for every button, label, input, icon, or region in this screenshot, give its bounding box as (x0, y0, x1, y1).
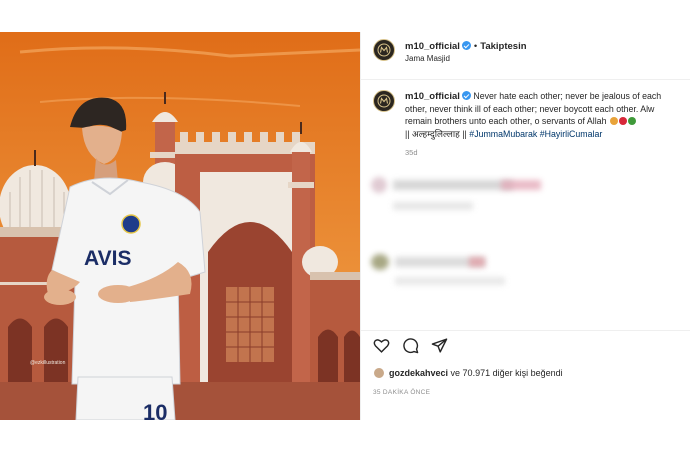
caption-username[interactable]: m10_official (405, 91, 460, 102)
m10-logo-icon (377, 94, 391, 108)
artist-watermark: @ezkillustration (30, 360, 66, 366)
artwork-illustration: AVIS 10 @ezkillustration (0, 32, 360, 420)
separator-dot: • (473, 41, 478, 52)
heart-emoji-icon (618, 117, 627, 126)
hashtag-links[interactable]: #JummaMubarak #HayirliCumalar (469, 129, 602, 139)
share-paper-plane-icon[interactable] (431, 337, 448, 354)
comment-bubble-icon[interactable] (402, 337, 419, 354)
instagram-post: AVIS 10 @ezkillustration m10_official • Ta… (0, 32, 690, 420)
caption-text: m10_official Never hate each other; neve… (405, 90, 690, 140)
post-time-ago: 35 DAKİKA ÖNCE (373, 389, 431, 396)
likes-count-text[interactable]: ve 70.971 diğer kişi beğendi (451, 368, 563, 378)
like-heart-icon[interactable] (373, 337, 390, 354)
caption-avatar[interactable] (373, 90, 395, 112)
post-image[interactable]: AVIS 10 @ezkillustration (0, 32, 360, 420)
caption-line-2: other, never think ill of each other; ne… (405, 104, 655, 115)
mosque-emoji-icon (627, 117, 636, 126)
m10-logo-icon (377, 43, 391, 57)
post-actions: gozdekahveci ve 70.971 diğer kişi beğend… (361, 330, 690, 420)
header-username[interactable]: m10_official (405, 41, 460, 52)
action-icons (373, 337, 448, 354)
location-link[interactable]: Jama Masjid (405, 54, 450, 63)
profile-avatar[interactable] (373, 39, 395, 61)
caption-line-1: Never hate each other; never be jealous … (473, 91, 662, 101)
caption-line-4: || अल्हम्दुलिल्लाह || (405, 128, 467, 139)
jersey-sponsor: AVIS (84, 247, 131, 270)
likes-summary: gozdekahveci ve 70.971 diğer kişi beğend… (373, 367, 563, 379)
emoji-icon (609, 117, 618, 126)
caption-line-3: remain brothers unto each other, o serva… (405, 116, 607, 127)
following-button[interactable]: Takiptesin (480, 41, 526, 52)
post-details-panel: m10_official • Takiptesin Jama Masjid m10_… (360, 32, 690, 420)
jersey-number: 10 (143, 400, 167, 420)
caption-comment: m10_official Never hate each other; neve… (373, 90, 690, 157)
verified-badge-icon (461, 41, 471, 50)
post-header: m10_official • Takiptesin Jama Masjid (361, 32, 690, 80)
liker-avatar[interactable] (373, 367, 385, 379)
verified-badge-icon (461, 91, 471, 100)
caption-timestamp: 35d (405, 147, 418, 157)
liker-username[interactable]: gozdekahveci (389, 368, 448, 378)
